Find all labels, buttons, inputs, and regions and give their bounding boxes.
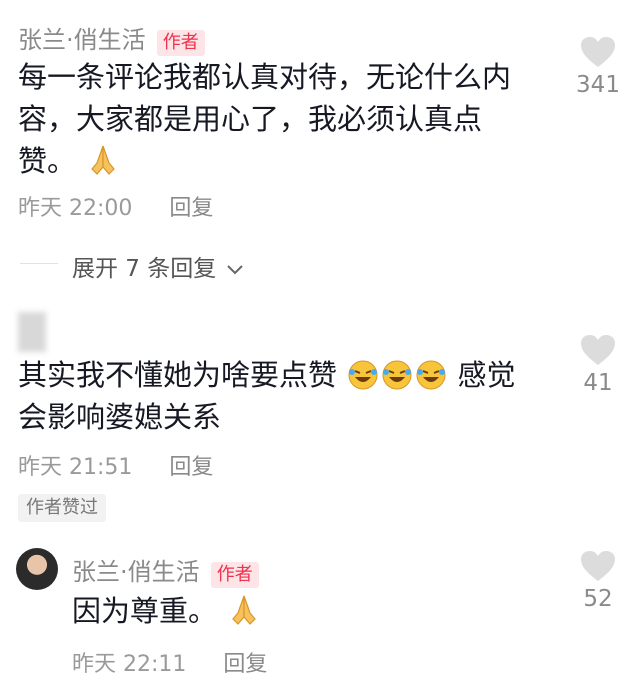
reply-meta: 昨天 22:11 回复 <box>72 646 267 678</box>
comment-text-line: 会影响婆媳关系 <box>18 400 222 434</box>
like-button[interactable]: 41 <box>563 334 633 396</box>
reply-author[interactable]: 张兰·俏生活 <box>72 558 200 586</box>
like-count: 52 <box>583 586 613 612</box>
reply-text-content: 因为尊重。 <box>72 594 218 628</box>
laughing-tears-icon <box>382 360 412 390</box>
reply-button[interactable]: 回复 <box>169 455 213 480</box>
comment-text-line: 容，大家都是用心了，我必须认真点 <box>18 102 483 136</box>
reply-button[interactable]: 回复 <box>169 196 213 221</box>
author-liked-tag: 作者赞过 <box>18 494 106 522</box>
author-badge: 作者 <box>210 562 259 588</box>
heart-icon[interactable] <box>580 550 616 582</box>
comment-time: 昨天 22:00 <box>18 196 133 221</box>
comment-text-line: 赞。 <box>18 140 558 182</box>
comment-text-line: 每一条评论我都认真对待，无论什么内 <box>18 60 512 94</box>
comment-text-line: 其实我不懂她为啥要点赞 感觉 <box>18 354 558 396</box>
laughing-tears-icon <box>416 360 446 390</box>
praying-hands-icon <box>232 595 257 625</box>
like-count: 41 <box>583 370 613 396</box>
like-count: 341 <box>576 72 620 98</box>
like-button[interactable]: 341 <box>563 36 633 98</box>
comment-text-part: 感觉 <box>457 358 516 392</box>
comment-1: 张兰·俏生活 作者 <box>18 20 205 56</box>
heart-icon[interactable] <box>580 36 616 68</box>
comment-meta: 昨天 21:51 回复 <box>18 449 213 481</box>
expand-replies-button[interactable]: 展开 7 条回复 <box>72 249 244 283</box>
comment-text: 每一条评论我都认真对待，无论什么内 容，大家都是用心了，我必须认真点 赞。 <box>18 56 558 182</box>
reply-text: 因为尊重。 <box>72 590 262 632</box>
heart-icon[interactable] <box>580 334 616 366</box>
reply-header: 张兰·俏生活 作者 <box>72 552 259 588</box>
comment-meta: 昨天 22:00 回复 <box>18 190 213 222</box>
avatar[interactable] <box>18 312 46 352</box>
like-button[interactable]: 52 <box>563 550 633 612</box>
laughing-tears-icon <box>348 360 378 390</box>
reply-button[interactable]: 回复 <box>223 652 267 677</box>
comment-text: 其实我不懂她为啥要点赞 感觉 会影响婆媳关系 <box>18 354 558 438</box>
comment-author[interactable]: 张兰·俏生活 <box>18 26 146 54</box>
avatar[interactable] <box>16 548 58 590</box>
reply-time: 昨天 22:11 <box>72 652 187 677</box>
comment-time: 昨天 21:51 <box>18 455 133 480</box>
divider <box>20 263 58 264</box>
comment-text-part: 其实我不懂她为啥要点赞 <box>18 358 338 392</box>
author-badge: 作者 <box>156 30 205 56</box>
praying-hands-icon <box>91 145 116 175</box>
expand-replies-label[interactable]: 展开 7 条回复 <box>72 256 216 282</box>
chevron-down-icon[interactable] <box>226 264 244 276</box>
comment-text-line-3: 赞。 <box>18 144 77 178</box>
